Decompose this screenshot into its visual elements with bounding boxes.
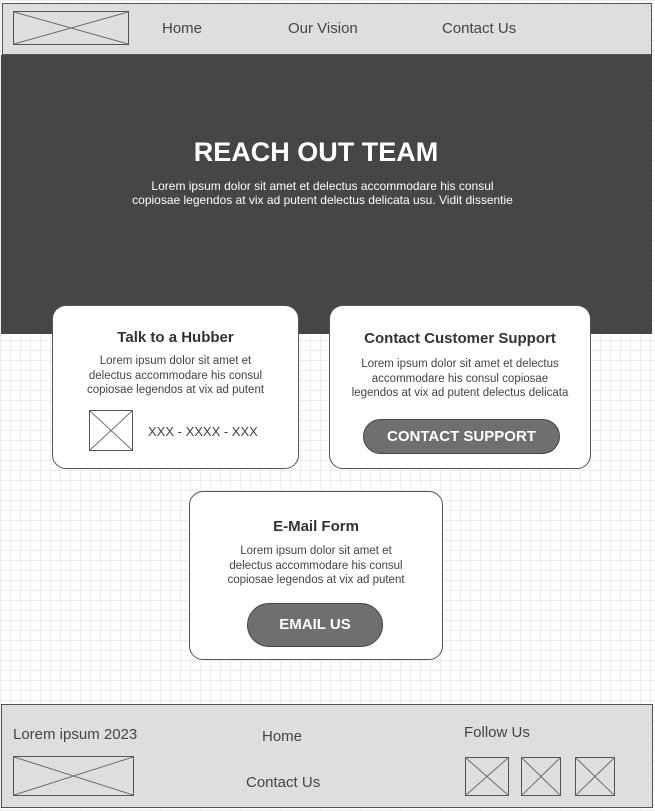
- site-header: Home Our Vision Contact Us: [2, 3, 652, 55]
- footer-follow-us: Follow Us: [464, 724, 530, 741]
- email-card-text: Lorem ipsum dolor sit amet et delectus a…: [190, 544, 442, 588]
- contact-support-button[interactable]: CONTACT SUPPORT: [363, 419, 560, 454]
- card-text-line: Lorem ipsum dolor sit amet et: [240, 545, 392, 557]
- card-text-line: legendos at vix ad putent delectus delic…: [351, 387, 569, 399]
- hero-text: Lorem ipsum dolor sit amet et delectus a…: [1, 179, 644, 207]
- nav-link-home[interactable]: Home: [162, 20, 202, 37]
- email-card-title: E-Mail Form: [273, 518, 359, 535]
- support-card: Contact Customer Support Lorem ipsum dol…: [329, 305, 591, 469]
- card-text-line: Lorem ipsum dolor sit amet et: [99, 355, 252, 367]
- card-text-line: copiosae legendos at vix ad putent: [227, 574, 405, 586]
- social-placeholder-icon[interactable]: [465, 757, 509, 796]
- support-card-title: Contact Customer Support: [364, 330, 556, 347]
- card-text-line: Lorem ipsum dolor sit amet et delectus: [361, 358, 559, 370]
- image-placeholder-icon: [89, 410, 133, 451]
- card-text-line: delectus accommodare his consul: [229, 559, 403, 572]
- card-text-line: delectus accommodare his consul: [88, 369, 263, 382]
- social-placeholder-icon[interactable]: [521, 757, 561, 796]
- hero-text-line: Lorem ipsum dolor sit amet et delectus a…: [151, 179, 494, 193]
- footer-link-contact-us[interactable]: Contact Us: [246, 774, 320, 791]
- hero-banner: REACH OUT TEAM Lorem ipsum dolor sit ame…: [1, 55, 652, 334]
- logo-placeholder-icon[interactable]: [13, 11, 129, 45]
- site-footer: Lorem ipsum 2023 Home Contact Us Follow …: [1, 704, 653, 808]
- nav-link-our-vision[interactable]: Our Vision: [288, 20, 358, 37]
- card-text-line: accommodare his consul copiosae: [371, 372, 549, 385]
- social-placeholder-icon[interactable]: [575, 757, 615, 796]
- hubber-card-text: Lorem ipsum dolor sit amet et delectus a…: [53, 354, 298, 398]
- phone-number: XXX - XXXX - XXX: [148, 424, 258, 439]
- nav-link-contact-us[interactable]: Contact Us: [442, 20, 516, 37]
- hero-title: REACH OUT TEAM: [193, 137, 439, 167]
- hubber-card: Talk to a Hubber Lorem ipsum dolor sit a…: [52, 305, 299, 469]
- footer-logo-placeholder-icon[interactable]: [13, 756, 134, 796]
- hero-text-line: copiosae legendos at vix ad putent delec…: [132, 193, 513, 207]
- email-us-button[interactable]: EMAIL US: [247, 603, 383, 647]
- footer-link-home[interactable]: Home: [262, 728, 302, 745]
- footer-copyright: Lorem ipsum 2023: [13, 726, 138, 743]
- card-text-line: copiosae legendos at vix ad putent: [86, 384, 265, 396]
- support-card-text: Lorem ipsum dolor sit amet et delectus a…: [330, 357, 590, 401]
- hubber-card-title: Talk to a Hubber: [117, 329, 234, 346]
- email-card: E-Mail Form Lorem ipsum dolor sit amet e…: [189, 491, 443, 660]
